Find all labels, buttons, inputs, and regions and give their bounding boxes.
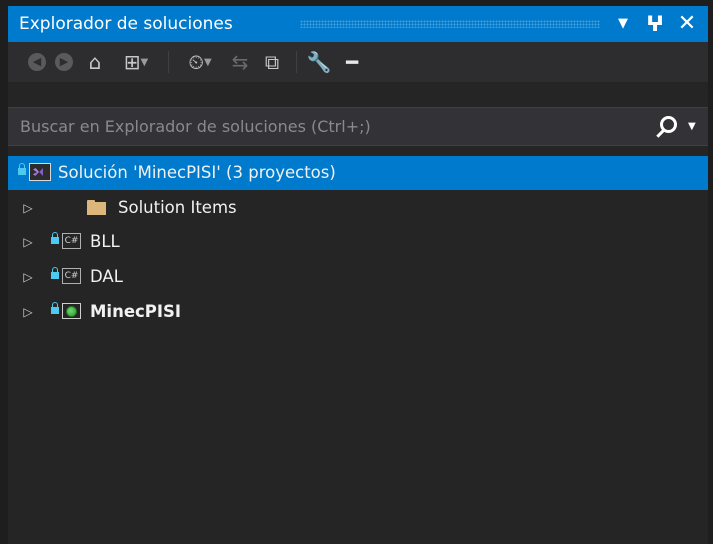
forward-button[interactable]: ▶ xyxy=(53,48,75,76)
preview-selected-items-button[interactable]: ━ xyxy=(338,48,366,76)
pending-changes-filter-button[interactable]: ⏲ ▼ xyxy=(178,48,222,76)
tree-row-label: DAL xyxy=(90,267,123,286)
lock-icon xyxy=(51,232,59,246)
tree-row-label: MinecPISI xyxy=(90,302,182,321)
home-button[interactable]: ⌂ xyxy=(81,48,109,76)
close-button[interactable]: ✕ xyxy=(674,6,700,42)
forward-icon: ▶ xyxy=(55,53,73,71)
tree-row-label: Solution Items xyxy=(118,198,237,217)
toolbar: ◀ ▶ ⌂ ⊞ ▼ ⏲ ▼ ⇆ ⧉ 🔧 ━ xyxy=(8,42,708,82)
wrench-icon: 🔧 xyxy=(306,50,332,74)
title-grip[interactable] xyxy=(300,20,600,28)
auto-hide-pin-button[interactable]: ⵖ xyxy=(644,6,666,42)
solution-icon xyxy=(29,163,51,181)
search-options-caret-icon: ▼ xyxy=(688,121,696,132)
solution-tree: Solución 'MinecPISI' (3 proyectos) ▷ Sol… xyxy=(8,156,708,544)
properties-button[interactable]: 🔧 xyxy=(304,48,334,76)
tree-row-solution-items[interactable]: ▷ Solution Items xyxy=(8,191,708,225)
pending-changes-icon: ⏲ xyxy=(188,50,204,74)
expand-arrow-icon[interactable]: ▷ xyxy=(21,295,35,329)
lock-icon xyxy=(51,267,59,281)
switch-views-icon: ⊞ xyxy=(123,50,141,74)
expand-arrow-icon[interactable]: ▷ xyxy=(21,225,35,259)
tree-row-bll[interactable]: ▷ C# BLL xyxy=(8,225,708,259)
back-icon: ◀ xyxy=(28,53,46,71)
search-icon-handle xyxy=(656,129,665,138)
folder-icon xyxy=(87,200,106,215)
sync-icon: ⇆ xyxy=(231,50,249,74)
lock-icon xyxy=(51,302,59,316)
window-position-dropdown-button[interactable]: ▼ xyxy=(613,6,633,42)
pending-changes-caret-icon: ▼ xyxy=(203,56,212,68)
tree-row-solution[interactable]: Solución 'MinecPISI' (3 proyectos) xyxy=(8,156,708,190)
tree-row-label: BLL xyxy=(90,232,120,251)
search-input[interactable] xyxy=(8,108,638,145)
expand-arrow-icon[interactable]: ▷ xyxy=(21,260,35,294)
collapse-all-icon: ⧉ xyxy=(264,50,280,74)
tree-row-minecpisi[interactable]: ▷ MinecPISI xyxy=(8,295,708,329)
expand-arrow-icon[interactable]: ▷ xyxy=(21,191,35,225)
csharp-project-icon: C# xyxy=(62,268,81,284)
switch-views-caret-icon: ▼ xyxy=(140,56,149,68)
switch-views-button[interactable]: ⊞ ▼ xyxy=(114,48,158,76)
toolbar-separator xyxy=(296,51,297,73)
globe-icon xyxy=(66,306,77,317)
dash-icon: ━ xyxy=(345,50,359,74)
search-bar: ▼ xyxy=(8,107,708,146)
home-icon: ⌂ xyxy=(88,50,102,74)
csharp-project-icon: C# xyxy=(62,233,81,249)
toolbar-separator xyxy=(168,51,169,73)
solution-explorer-panel: Explorador de soluciones ▼ ⵖ ✕ ◀ ▶ ⌂ ⊞ ▼ xyxy=(8,6,708,544)
sync-with-active-document-button[interactable]: ⇆ xyxy=(226,48,254,76)
panel-title: Explorador de soluciones xyxy=(19,14,233,34)
tree-row-dal[interactable]: ▷ C# DAL xyxy=(8,260,708,294)
collapse-all-button[interactable]: ⧉ xyxy=(258,48,286,76)
title-bar[interactable]: Explorador de soluciones ▼ ⵖ ✕ xyxy=(8,6,708,42)
tree-row-label: Solución 'MinecPISI' (3 proyectos) xyxy=(58,163,336,182)
back-button[interactable]: ◀ xyxy=(26,48,48,76)
window-frame: Explorador de soluciones ▼ ⵖ ✕ ◀ ▶ ⌂ ⊞ ▼ xyxy=(0,0,713,544)
web-project-icon xyxy=(62,303,81,319)
search-button[interactable]: ▼ xyxy=(650,108,702,145)
lock-icon xyxy=(18,163,26,177)
